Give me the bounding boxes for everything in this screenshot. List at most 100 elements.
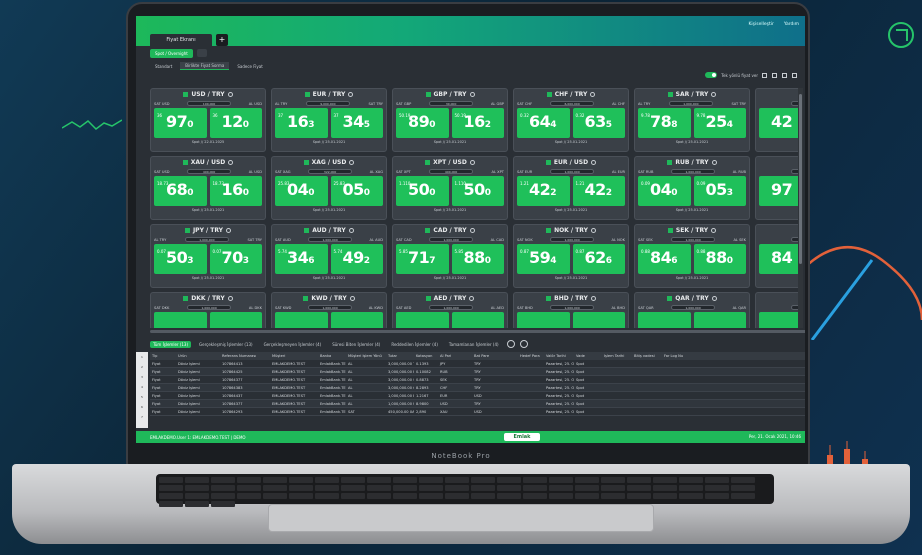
table-row[interactable]: Fiyat Döviz İşlemi 107864413 EMLAKDEMO.TEST… (150, 360, 805, 368)
buy-price-button[interactable] (330, 312, 383, 328)
grid-horizontal-scrollbar[interactable] (150, 330, 805, 333)
sell-price-button[interactable]: 1.110 500 (396, 176, 449, 206)
buy-price-button[interactable]: 0.88 880 (693, 244, 746, 274)
tab-not-completed[interactable]: Gerçekleşmeyen İşlemler (4) (261, 341, 325, 348)
column-header[interactable]: Al Pari (438, 354, 472, 358)
price-card[interactable]: 42 (755, 88, 802, 152)
amount-input[interactable]: 1,000,000 (671, 169, 716, 174)
checkbox-icon[interactable] (667, 91, 673, 97)
checkbox-icon[interactable] (304, 91, 310, 97)
tab-fiyat-ekrani[interactable]: Fiyat Ekranı (150, 34, 212, 46)
amount-input[interactable]: 400,000 (187, 169, 232, 174)
sell-price-button[interactable]: 5.74 346 (275, 244, 328, 274)
settings-icon[interactable] (772, 72, 777, 78)
radio-icon[interactable] (590, 91, 596, 97)
amount-input[interactable]: 1,000,000 (550, 237, 595, 242)
tab-expired[interactable]: Süresi Biten İşlemler (4) (329, 341, 383, 348)
buy-price-button[interactable]: 0.09 053 (693, 176, 746, 206)
column-header[interactable]: Bitiş vadesi (632, 354, 662, 358)
price-card[interactable]: AED / TRY SAT AED 1,000,000 AL AED (392, 292, 508, 328)
price-card[interactable]: KWD / TRY SAT KWD 1,000,000 AL KWD (271, 292, 387, 328)
sell-price-button[interactable]: 9.78 788 (638, 108, 691, 138)
price-card[interactable]: CHF / TRY SAT CHF 6,000,000 AL CHF 0.32 644 0.… (513, 88, 629, 152)
amount-input[interactable]: 1,000,000 (184, 237, 229, 242)
search-icon[interactable] (506, 340, 515, 348)
price-card[interactable]: XAG / USD SAT XAG 322,000 AL XAG 25.83 040 25.… (271, 156, 387, 220)
price-card[interactable]: DKK / TRY SAT DKK 1,000,000 AL DKK (150, 292, 266, 328)
checkbox-icon[interactable] (546, 295, 552, 301)
table-row[interactable]: Fiyat Döviz İşlemi 107864437 EMLAKDEMO.TEST… (150, 392, 805, 400)
sell-price-button[interactable]: 84 (759, 244, 802, 274)
amount-input[interactable]: 1,000,000 (429, 237, 474, 242)
price-card[interactable]: RUB / TRY SAT RUB 1,000,000 AL RUB 0.09 040 0.… (634, 156, 750, 220)
checkbox-icon[interactable] (183, 91, 189, 97)
radio-icon[interactable] (711, 227, 717, 233)
column-header[interactable]: Tutar (386, 354, 414, 358)
sell-price-button[interactable]: 5.85 717 (396, 244, 449, 274)
column-header[interactable]: Bat Pare (472, 354, 518, 358)
download-icon[interactable] (782, 72, 787, 78)
checkbox-icon[interactable] (425, 159, 431, 165)
table-row[interactable]: Fiyat Döviz İşlemi 107864377 EMLAKDEMO.TEST… (150, 376, 805, 384)
buy-price-button[interactable] (209, 312, 262, 328)
price-card[interactable]: 84 (755, 224, 802, 288)
radio-icon[interactable] (348, 227, 354, 233)
buy-price-button[interactable]: 5.74 492 (330, 244, 383, 274)
one-way-price-toggle[interactable] (705, 72, 718, 78)
checkbox-icon[interactable] (304, 227, 310, 233)
buy-price-button[interactable]: 1.21 422 (572, 176, 625, 206)
buy-price-button[interactable]: 25.83 050 (330, 176, 383, 206)
tab-rejected[interactable]: Reddedilen İşlemler (4) (388, 341, 441, 348)
radio-icon[interactable] (228, 159, 234, 165)
price-card[interactable]: XAU / USD SAT USD 400,000 AL USD 18.73 680 18.… (150, 156, 266, 220)
buy-price-button[interactable]: 9.78 254 (693, 108, 746, 138)
print-icon[interactable] (762, 72, 767, 78)
column-header[interactable]: Hedef Para (518, 354, 544, 358)
sell-price-button[interactable] (275, 312, 328, 328)
amount-input[interactable]: 400,000 (429, 169, 474, 174)
amount-input[interactable]: 100,000 (187, 101, 232, 106)
price-card[interactable]: QAR / TRY SAT QAR 1,000,000 AL QAR (634, 292, 750, 328)
buy-price-button[interactable]: 0.07 703 (209, 244, 262, 274)
sell-price-button[interactable] (638, 312, 691, 328)
sell-price-button[interactable] (759, 312, 802, 328)
checkbox-icon[interactable] (184, 227, 190, 233)
view-birlikte-fiyat[interactable]: Birlikte Fiyat Sorma (180, 62, 230, 70)
radio-icon[interactable] (469, 159, 475, 165)
amount-input[interactable]: 1,000,000 (550, 169, 595, 174)
column-header[interactable]: Ürün (176, 354, 220, 358)
add-product-button[interactable] (196, 49, 207, 57)
tab-finished[interactable]: Tamamlanan İşlemler (4) (446, 341, 502, 348)
view-sadece-fiyat[interactable]: Sadece Fiyat (232, 63, 267, 70)
add-tab-button[interactable]: + (216, 34, 228, 46)
spot-overnight-button[interactable]: Spot / Overnight (150, 48, 193, 58)
buy-price-button[interactable]: 5.85 880 (451, 244, 504, 274)
buy-price-button[interactable]: 0.87 626 (572, 244, 625, 274)
sell-price-button[interactable]: 37 163 (275, 108, 328, 138)
checkbox-icon[interactable] (667, 227, 673, 233)
table-row[interactable]: Fiyat Döviz İşlemi 107864425 EMLAKDEMO.TEST… (150, 368, 805, 376)
column-header[interactable]: İşlem Tarihi (602, 354, 632, 358)
buy-price-button[interactable]: 37 345 (330, 108, 383, 138)
amount-input[interactable]: 1,000,000 (187, 305, 232, 310)
price-card[interactable]: EUR / USD SAT EUR 1,000,000 AL EUR 1.21 422 1.… (513, 156, 629, 220)
table-row[interactable]: Fiyat Döviz İşlemi 107864383 EMLAKDEMO.TEST… (150, 384, 805, 392)
column-header[interactable]: Vade (574, 354, 602, 358)
tab-all-transactions[interactable]: Tüm İşlemler (13) (150, 340, 192, 348)
column-header[interactable]: Kotasyon (414, 354, 438, 358)
buy-price-button[interactable] (693, 312, 746, 328)
personalize-link[interactable]: Kişiselleştir (748, 22, 773, 27)
checkbox-icon[interactable] (182, 159, 188, 165)
price-card[interactable]: CAD / TRY SAT CAD 1,000,000 AL CAD 5.85 717 5.… (392, 224, 508, 288)
buy-price-button[interactable]: 50.19 162 (451, 108, 504, 138)
column-header[interactable]: Tip (150, 354, 176, 358)
radio-icon[interactable] (711, 159, 717, 165)
radio-icon[interactable] (349, 295, 355, 301)
price-card[interactable]: NOK / TRY SAT NOK 1,000,000 AL NOK 0.87 594 0.… (513, 224, 629, 288)
price-card[interactable]: USD / TRY SAT USD 100,000 AL USD 36 970 36 120 S… (150, 88, 266, 152)
checkbox-icon[interactable] (545, 159, 551, 165)
radio-icon[interactable] (227, 295, 233, 301)
column-header[interactable]: Müşteri İşlem Yönü (346, 354, 386, 358)
radio-icon[interactable] (226, 227, 232, 233)
price-card[interactable]: SEK / TRY SAT SEK 1,000,000 AL SEK 0.88 846 0.… (634, 224, 750, 288)
